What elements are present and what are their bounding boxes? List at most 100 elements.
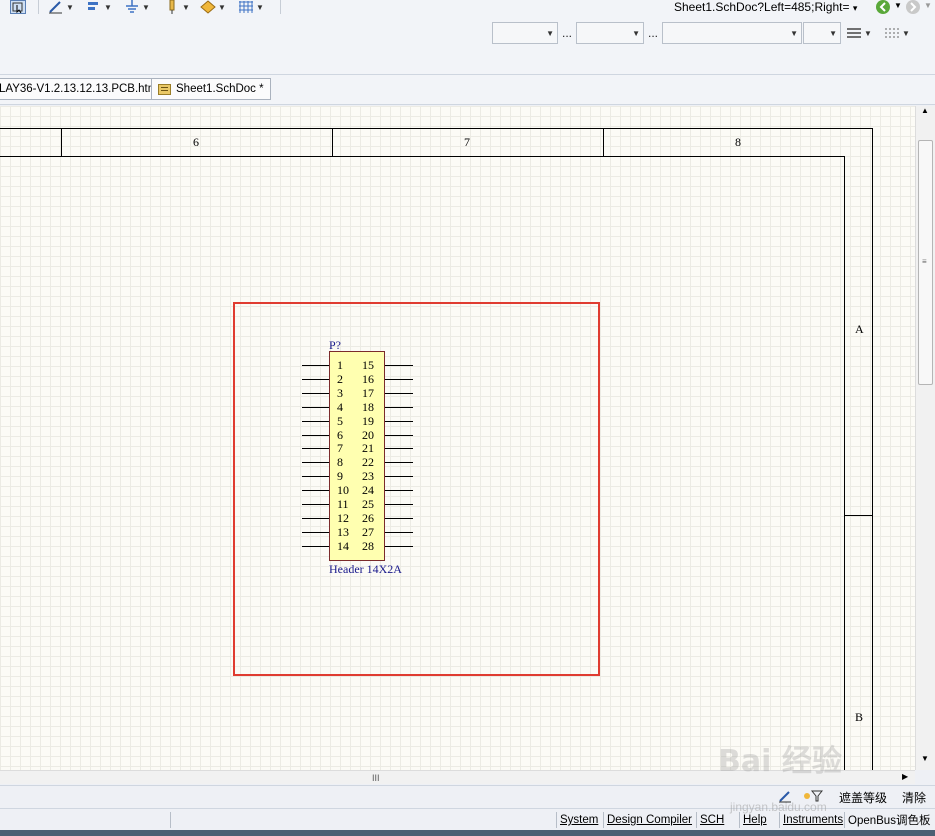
zone-divider xyxy=(61,128,62,156)
align-icon xyxy=(86,0,102,14)
zone-divider xyxy=(845,515,873,516)
line-width-button[interactable]: ▼ xyxy=(846,26,872,40)
pin-line-left xyxy=(302,546,329,547)
panel-button-label: Design Compiler xyxy=(607,814,693,826)
panel-button-label: Instruments xyxy=(783,814,844,826)
scroll-down-icon[interactable]: ▼ xyxy=(921,754,929,763)
pin-icon xyxy=(164,0,180,14)
pin-line-right xyxy=(385,365,413,366)
pin-line-right xyxy=(385,532,413,533)
pin-line-right xyxy=(385,504,413,505)
pin-number: 13 xyxy=(337,525,349,539)
window-bottom-edge xyxy=(0,830,935,836)
navigation-location-field[interactable]: Sheet1.SchDoc?Left=485;Right= ▾ xyxy=(674,0,858,14)
chevron-down-icon[interactable]: ▼ xyxy=(142,3,150,12)
combo-box-4[interactable]: ▼ xyxy=(803,22,841,44)
place-pin-button[interactable]: ▼ xyxy=(164,0,190,14)
chevron-down-icon: ▼ xyxy=(790,29,798,38)
panel-button-label: Help xyxy=(743,814,767,826)
clear-button[interactable]: 清除 xyxy=(897,788,931,806)
vertical-scrollbar[interactable]: ▲ ≡ ▼ xyxy=(915,106,935,770)
grid-icon xyxy=(238,0,254,14)
navigation-location-text: Sheet1.SchDoc?Left=485;Right= xyxy=(674,0,850,14)
panel-button-sch[interactable]: SCH xyxy=(696,812,727,828)
chevron-down-icon[interactable]: ▼ xyxy=(924,1,932,10)
diamond-icon xyxy=(200,0,216,14)
panel-button-system[interactable]: System xyxy=(556,812,601,828)
pin-line-left xyxy=(302,490,329,491)
pin-line-right xyxy=(385,546,413,547)
combo-box-2[interactable]: ▼ xyxy=(576,22,644,44)
chevron-down-icon: ▼ xyxy=(546,29,554,38)
pin-line-right xyxy=(385,462,413,463)
pin-number: 14 xyxy=(337,539,349,553)
grip-icon: ≡ xyxy=(922,257,927,266)
pin-line-right xyxy=(385,518,413,519)
pin-number: 17 xyxy=(362,386,374,400)
combo-box-1[interactable]: ▼ xyxy=(492,22,558,44)
panel-button-openbus[interactable]: OpenBus调色板 xyxy=(844,812,933,828)
horizontal-scroll-grip[interactable]: III xyxy=(372,773,380,783)
power-port-button[interactable]: ▼ xyxy=(124,0,150,14)
pin-number: 18 xyxy=(362,400,374,414)
panel-button-label: SCH xyxy=(700,814,725,826)
pin-line-left xyxy=(302,518,329,519)
tab-pcb-htm[interactable]: LAY36-V1.2.13.12.13.PCB.htm xyxy=(0,78,165,100)
tab-sheet1-schdoc[interactable]: Sheet1.SchDoc * xyxy=(151,78,271,100)
pin-line-right xyxy=(385,393,413,394)
document-tabs: LAY36-V1.2.13.12.13.PCB.htm Sheet1.SchDo… xyxy=(0,75,935,105)
tab-label: LAY36-V1.2.13.12.13.PCB.htm xyxy=(0,83,158,95)
pin-number: 23 xyxy=(362,469,374,483)
panel-button-instruments[interactable]: Instruments xyxy=(779,812,846,828)
place-shape-button[interactable]: ▼ xyxy=(200,0,226,14)
chevron-down-icon[interactable]: ▼ xyxy=(902,29,910,38)
panel-button-label: OpenBus调色板 xyxy=(848,815,931,827)
pin-number: 9 xyxy=(337,469,343,483)
chevron-down-icon[interactable]: ▼ xyxy=(104,3,112,12)
pin-line-left xyxy=(302,379,329,380)
pin-line-right xyxy=(385,435,413,436)
select-tool-button[interactable] xyxy=(10,0,26,14)
chevron-down-icon[interactable]: ▾ xyxy=(853,3,858,13)
pin-number: 25 xyxy=(362,497,374,511)
ground-icon xyxy=(124,0,140,14)
vertical-scroll-thumb[interactable]: ≡ xyxy=(918,140,933,385)
chevron-down-icon[interactable]: ▼ xyxy=(182,3,190,12)
pin-line-right xyxy=(385,421,413,422)
pin-number: 10 xyxy=(337,483,349,497)
component-comment[interactable]: Header 14X2A xyxy=(329,562,402,577)
pin-number: 20 xyxy=(362,428,374,442)
pin-line-left xyxy=(302,435,329,436)
mask-level-button[interactable]: 遮盖等级 xyxy=(834,788,892,806)
pin-line-left xyxy=(302,476,329,477)
line-style-button[interactable]: ▼ xyxy=(884,26,910,40)
chevron-down-icon[interactable]: ▼ xyxy=(256,3,264,12)
pin-number: 4 xyxy=(337,400,343,414)
grid-button[interactable]: ▼ xyxy=(238,0,264,14)
draw-line-button[interactable]: ▼ xyxy=(48,0,74,14)
pin-line-right xyxy=(385,407,413,408)
panel-button-design-compiler[interactable]: Design Compiler xyxy=(603,812,695,828)
align-button[interactable]: ▼ xyxy=(86,0,112,14)
pin-number: 1 xyxy=(337,358,343,372)
chevron-down-icon[interactable]: ▼ xyxy=(218,3,226,12)
schematic-canvas[interactable]: 6 7 8 A B P? Header 14X2A 1 2 3 4 5 6 7 8 9 10 11 1… xyxy=(0,106,915,770)
ellipsis-icon: ... xyxy=(648,26,659,40)
chevron-down-icon[interactable]: ▼ xyxy=(864,29,872,38)
chevron-down-icon[interactable]: ▼ xyxy=(66,3,74,12)
back-icon[interactable] xyxy=(876,0,890,14)
zone-row-label: B xyxy=(855,710,864,724)
scroll-right-icon[interactable]: ▶ xyxy=(902,772,908,781)
chevron-down-icon[interactable]: ▼ xyxy=(894,1,902,10)
pin-number: 8 xyxy=(337,455,343,469)
mask-level-label: 遮盖等级 xyxy=(839,790,888,805)
combo-box-3[interactable]: ▼ xyxy=(662,22,802,44)
pin-number: 3 xyxy=(337,386,343,400)
forward-icon[interactable] xyxy=(906,0,920,14)
panel-button-help[interactable]: Help xyxy=(739,812,770,828)
pin-line-right xyxy=(385,448,413,449)
clear-label: 清除 xyxy=(902,790,927,805)
zone-row-label: A xyxy=(855,322,864,336)
pin-number: 16 xyxy=(362,372,374,386)
scroll-up-icon[interactable]: ▲ xyxy=(921,106,929,115)
